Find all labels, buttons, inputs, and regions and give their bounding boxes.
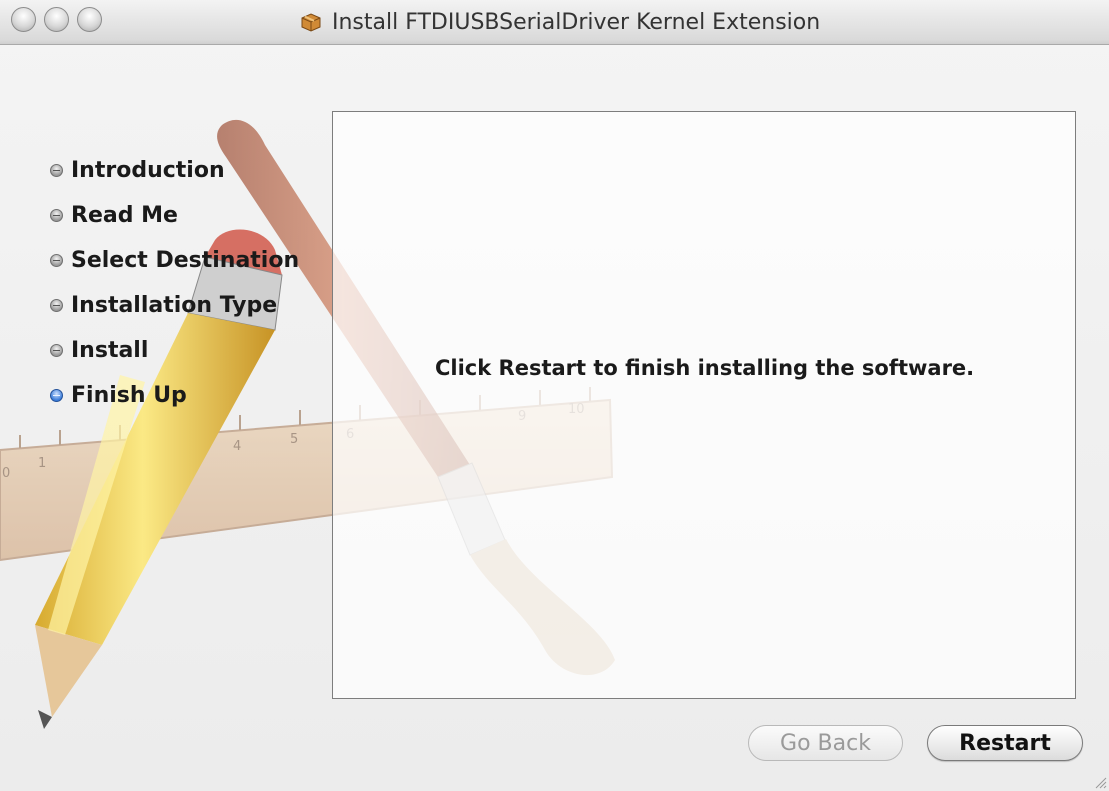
ruler-tick-label: 4: [233, 439, 241, 454]
content-panel: Click Restart to finish installing the s…: [332, 111, 1076, 699]
step-bullet-icon: [50, 344, 63, 357]
minimize-window-button[interactable]: [44, 7, 69, 32]
ruler-tick-label: 5: [290, 432, 298, 447]
installer-window: Install FTDIUSBSerialDriver Kernel Exten…: [0, 0, 1109, 791]
step-label: Installation Type: [71, 293, 278, 318]
step-select-destination: Select Destination: [50, 238, 299, 283]
close-window-button[interactable]: [11, 7, 36, 32]
step-label: Introduction: [71, 158, 225, 183]
step-bullet-icon: [50, 209, 63, 222]
step-bullet-icon: [50, 299, 63, 312]
go-back-button[interactable]: Go Back: [748, 725, 903, 761]
resize-grip-icon[interactable]: [1093, 775, 1107, 789]
finish-message: Click Restart to finish installing the s…: [435, 356, 975, 380]
ruler-tick-label: 0: [2, 466, 10, 481]
window-title: Install FTDIUSBSerialDriver Kernel Exten…: [300, 8, 820, 36]
installer-steps: Introduction Read Me Select Destination …: [50, 148, 299, 418]
window-title-text: Install FTDIUSBSerialDriver Kernel Exten…: [332, 9, 821, 35]
package-icon: [300, 11, 322, 33]
step-label: Install: [71, 338, 149, 363]
restart-button[interactable]: Restart: [927, 725, 1083, 761]
step-introduction: Introduction: [50, 148, 299, 193]
step-label: Read Me: [71, 203, 178, 228]
step-bullet-icon: [50, 164, 63, 177]
step-label: Finish Up: [71, 383, 187, 408]
step-installation-type: Installation Type: [50, 283, 299, 328]
step-install: Install: [50, 328, 299, 373]
step-read-me: Read Me: [50, 193, 299, 238]
step-label: Select Destination: [71, 248, 300, 273]
title-bar[interactable]: Install FTDIUSBSerialDriver Kernel Exten…: [0, 0, 1109, 45]
ruler-tick-label: 1: [38, 456, 46, 471]
step-bullet-icon: [50, 254, 63, 267]
active-step-bullet-icon: [50, 389, 63, 402]
zoom-window-button[interactable]: [77, 7, 102, 32]
step-finish-up: Finish Up: [50, 373, 299, 418]
